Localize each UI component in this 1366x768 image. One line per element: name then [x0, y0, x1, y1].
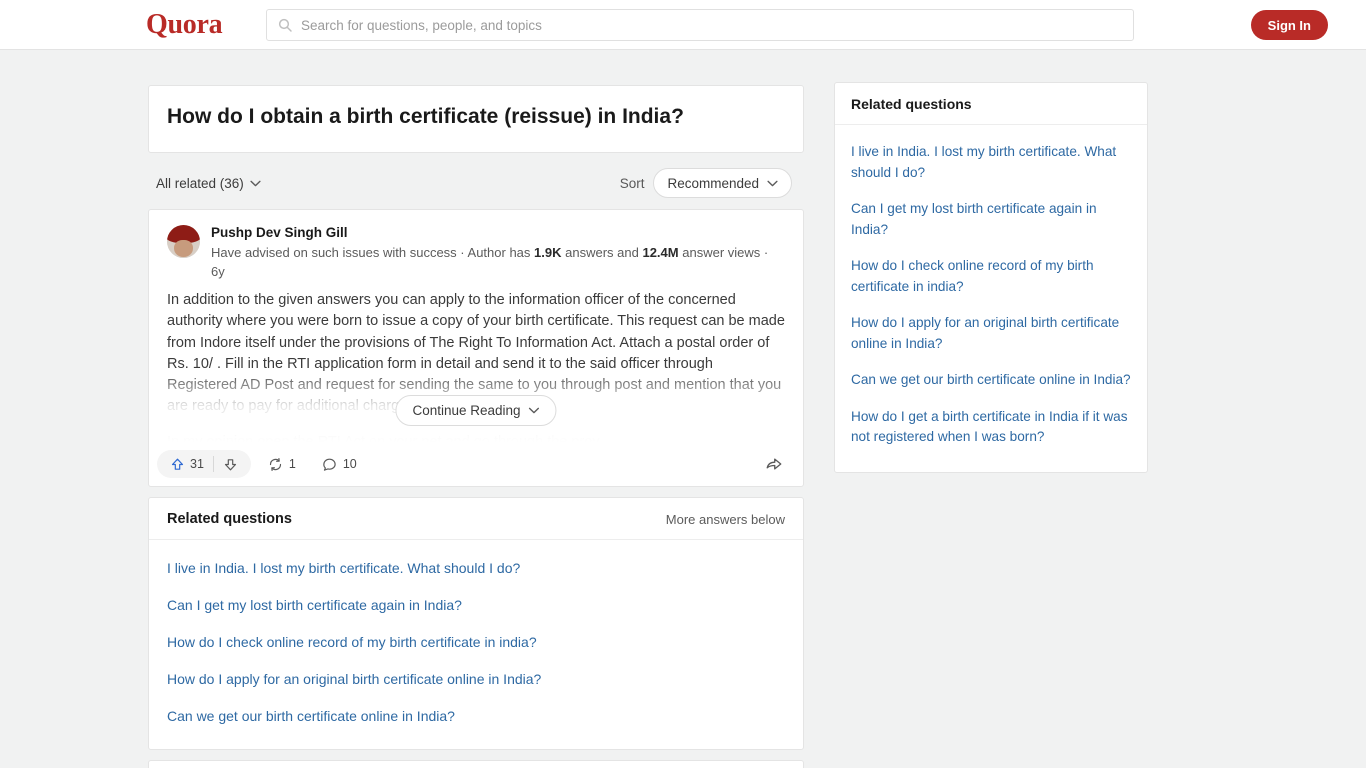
more-answers-below-label[interactable]: More answers below	[666, 512, 785, 527]
answer-content: Jitendra Bhavsar IT Consultant, wanderer…	[149, 761, 803, 768]
related-questions-list: I live in India. I lost my birth certifi…	[149, 540, 803, 749]
answer-action-bar: 31 1 10	[149, 442, 803, 486]
repost-button[interactable]: 1	[259, 451, 305, 477]
all-related-dropdown[interactable]: All related (36)	[156, 176, 261, 191]
sort-label: Sort	[619, 175, 645, 191]
related-question-link[interactable]: Can we get our birth certificate online …	[167, 698, 785, 735]
repost-count: 1	[288, 457, 296, 471]
search-bar[interactable]	[266, 9, 1134, 41]
quora-logo[interactable]: Quora	[146, 10, 223, 40]
sidebar-question-link[interactable]: Can I get my lost birth certificate agai…	[851, 191, 1131, 248]
page-title: How do I obtain a birth certificate (rei…	[167, 105, 684, 128]
author-row: Pushp Dev Singh Gill Have advised on suc…	[167, 224, 785, 281]
action-buttons-left: 31 1 10	[157, 450, 366, 478]
filter-bar: All related (36) Sort Recommended	[148, 163, 804, 203]
author-info: Pushp Dev Singh Gill Have advised on suc…	[211, 224, 785, 281]
site-header: Quora Sign In	[0, 0, 1366, 50]
author-has-label: Author has	[467, 245, 531, 260]
page-body: How do I obtain a birth certificate (rei…	[0, 50, 1366, 768]
search-input[interactable]	[301, 17, 1123, 33]
sidebar-question-link[interactable]: How do I get a birth certificate in Indi…	[851, 399, 1131, 456]
all-related-label: All related (36)	[156, 175, 244, 191]
sidebar-question-link[interactable]: I live in India. I lost my birth certifi…	[851, 134, 1131, 191]
share-button[interactable]	[761, 451, 787, 477]
upvote-button[interactable]: 31	[161, 452, 213, 476]
related-questions-header: Related questions More answers below	[149, 498, 803, 540]
credential-text: Have advised on such issues with success	[211, 245, 457, 260]
answers-count: 1.9K	[534, 245, 562, 260]
chevron-down-icon	[767, 180, 778, 186]
sidebar-related-questions-card: Related questions I live in India. I los…	[834, 82, 1148, 473]
question-card: How do I obtain a birth certificate (rei…	[148, 85, 804, 153]
related-question-link[interactable]: How do I check online record of my birth…	[167, 624, 785, 661]
related-question-link[interactable]: How do I apply for an original birth cer…	[167, 661, 785, 698]
answers-word: answers and	[565, 245, 639, 260]
answer-card: Pushp Dev Singh Gill Have advised on suc…	[148, 209, 804, 487]
downvote-button[interactable]	[214, 452, 247, 476]
sign-in-button[interactable]: Sign In	[1250, 10, 1328, 40]
search-icon	[278, 18, 292, 32]
comment-button[interactable]: 10	[313, 451, 366, 477]
downvote-arrow-icon	[224, 458, 236, 470]
sort-value: Recommended	[667, 175, 759, 191]
avatar[interactable]	[167, 225, 200, 258]
author-name[interactable]: Pushp Dev Singh Gill	[211, 224, 785, 242]
views-word: answer views	[682, 245, 761, 260]
sort-dropdown[interactable]: Recommended	[653, 168, 792, 198]
sidebar: Related questions I live in India. I los…	[834, 82, 1148, 483]
comment-bubble-icon	[323, 458, 336, 471]
chevron-down-icon	[528, 407, 540, 414]
chevron-down-icon	[250, 180, 261, 186]
related-question-link[interactable]: Can I get my lost birth certificate agai…	[167, 587, 785, 624]
sort-group: Sort Recommended	[620, 168, 792, 198]
related-questions-title: Related questions	[167, 511, 292, 527]
answer-card: Jitendra Bhavsar IT Consultant, wanderer…	[148, 760, 804, 768]
author-credential: Have advised on such issues with success…	[211, 245, 769, 279]
sidebar-title: Related questions	[835, 83, 1147, 125]
answer-paragraph: In my opinion open the RTI Act on your n…	[167, 433, 600, 442]
avatar-image	[167, 225, 200, 258]
upvote-count: 31	[190, 457, 204, 471]
related-questions-card: Related questions More answers below I l…	[148, 497, 804, 750]
sidebar-question-link[interactable]: How do I apply for an original birth cer…	[851, 305, 1131, 362]
repost-icon	[269, 457, 282, 471]
share-arrow-icon	[766, 458, 782, 470]
sidebar-question-link[interactable]: Can we get our birth certificate online …	[851, 362, 1131, 399]
comment-count: 10	[342, 457, 357, 471]
views-count: 12.4M	[642, 245, 679, 260]
vote-pill: 31	[157, 450, 251, 478]
continue-reading-label: Continue Reading	[412, 403, 521, 418]
related-question-link[interactable]: I live in India. I lost my birth certifi…	[167, 550, 785, 587]
continue-reading-button[interactable]: Continue Reading	[395, 395, 557, 426]
main-column: How do I obtain a birth certificate (rei…	[148, 85, 804, 768]
sidebar-list: I live in India. I lost my birth certifi…	[835, 125, 1147, 472]
sidebar-question-link[interactable]: How do I check online record of my birth…	[851, 248, 1131, 305]
answer-content: Pushp Dev Singh Gill Have advised on suc…	[149, 210, 803, 442]
time-ago: 6y	[211, 264, 225, 279]
upvote-arrow-icon	[171, 458, 184, 470]
